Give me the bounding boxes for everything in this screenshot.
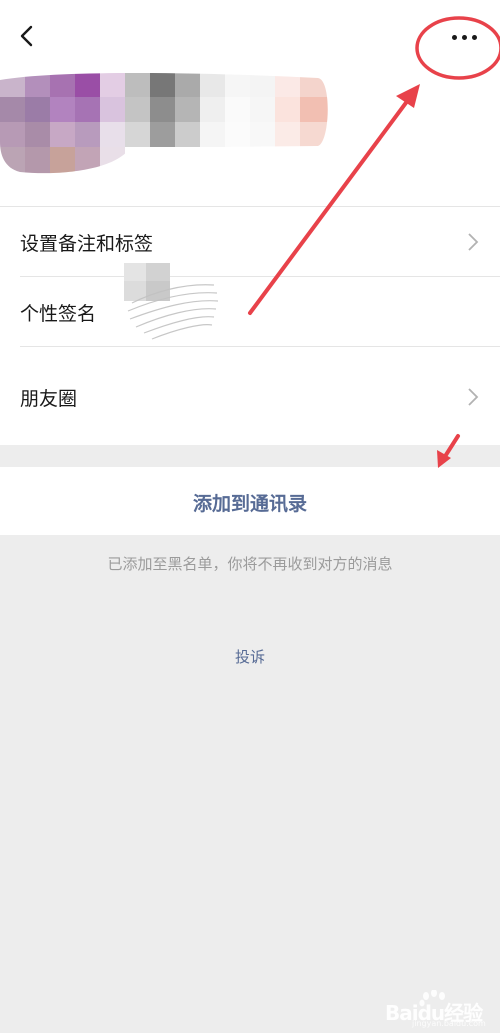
add-to-contacts-button[interactable]: 添加到通讯录 bbox=[0, 467, 500, 535]
chevron-right-icon bbox=[468, 233, 479, 251]
chevron-left-icon bbox=[20, 25, 33, 47]
add-to-contacts-label: 添加到通讯录 bbox=[192, 493, 307, 515]
menu-item-remark-tags[interactable]: 设置备注和标签 bbox=[0, 207, 500, 277]
menu-item-label: 朋友圈 bbox=[20, 388, 78, 410]
menu-item-moments[interactable]: 朋友圈 bbox=[0, 362, 500, 432]
blacklist-notice: 已添加至黑名单，你将不再收到对方的消息 bbox=[107, 555, 393, 573]
watermark-url: jingyan.baidu.com bbox=[412, 1019, 486, 1028]
menu-item-signature: 个性签名 bbox=[0, 263, 500, 347]
chevron-right-icon bbox=[468, 388, 479, 406]
back-button[interactable] bbox=[10, 18, 46, 54]
divider bbox=[20, 346, 500, 347]
pixelated-profile-info bbox=[0, 73, 328, 174]
annotation-arrow-head bbox=[437, 450, 451, 468]
pixelated-signature bbox=[124, 263, 219, 340]
menu-item-label: 个性签名 bbox=[20, 303, 97, 325]
more-options-button[interactable] bbox=[440, 20, 490, 54]
menu-item-label: 设置备注和标签 bbox=[20, 233, 154, 255]
complain-link[interactable]: 投诉 bbox=[0, 646, 500, 667]
